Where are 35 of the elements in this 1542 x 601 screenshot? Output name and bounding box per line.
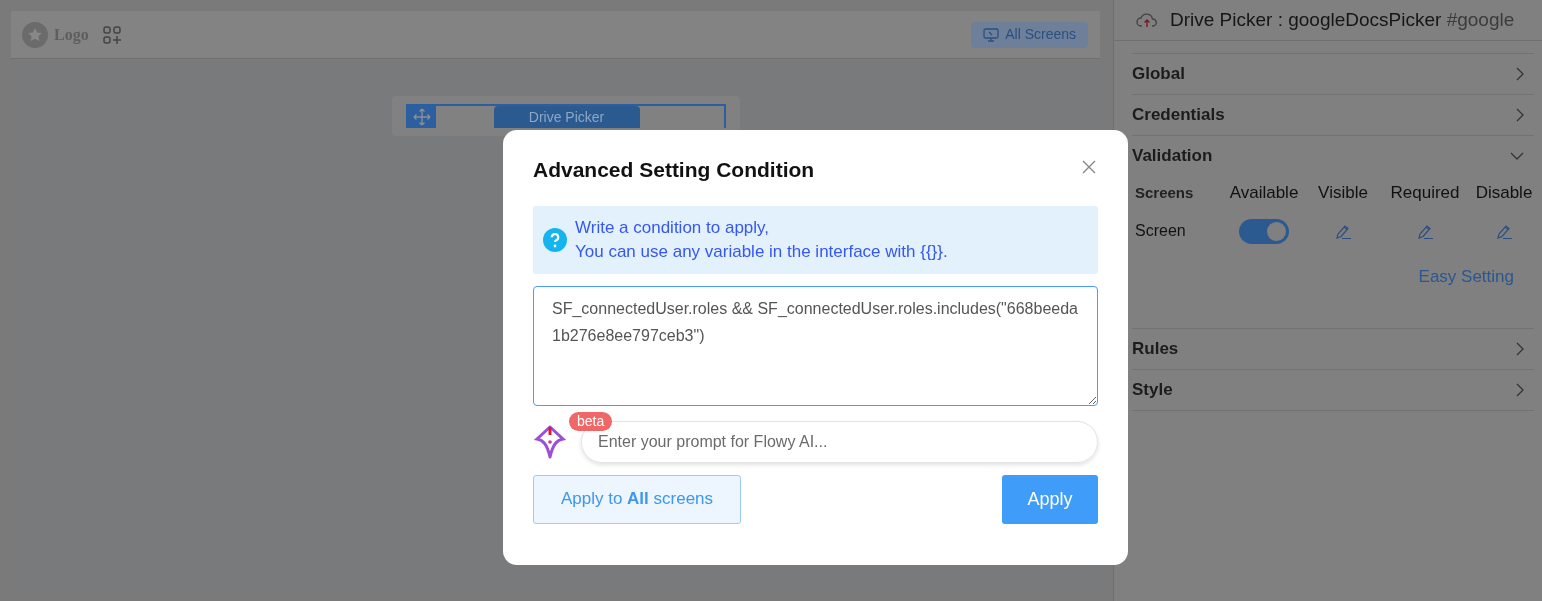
dialog-title: Advanced Setting Condition [533,157,815,183]
close-icon[interactable] [1082,159,1096,174]
chevron-right-icon [1516,382,1524,397]
section-header[interactable]: Style [1132,369,1534,410]
star-logo-icon [22,21,48,48]
column-header: Available [1228,182,1300,205]
section-header[interactable]: Validation [1132,136,1534,176]
info-text: Write a condition to apply, [575,216,771,239]
apply-button[interactable]: Apply [1002,474,1098,524]
column-header: Required [1389,182,1461,205]
sparkle-icon [533,424,567,459]
chevron-right-icon [1516,67,1524,81]
beta-badge: beta [569,411,613,431]
column-header: Screens [1135,182,1195,203]
info-text: You can use any variable in the interface with {{}}. [575,240,948,263]
chevron-right-icon [1516,108,1524,122]
apply-all-button[interactable]: Apply to All screens [533,474,741,524]
available-toggle[interactable] [1239,218,1289,244]
component-title: Drive Picker : googleDocsPicker [1170,8,1442,30]
screen-name: Screen [1135,221,1187,241]
chevron-down-icon [1510,152,1524,160]
component-id: #google [1446,8,1515,30]
monitor-icon [983,27,1000,42]
column-header: Visible [1317,182,1369,205]
section-header[interactable]: Global [1132,54,1534,94]
cloud-upload-icon [1136,12,1158,28]
add-widget-icon[interactable] [102,25,121,44]
help-icon [543,227,567,252]
section-header[interactable]: Rules [1132,328,1534,369]
section-header[interactable]: Credentials [1132,95,1534,135]
chevron-right-icon [1516,341,1524,356]
move-handle-icon[interactable] [407,106,436,128]
condition-field[interactable]: SF_connectedUser.roles && SF_connectedUser.roles.includes("668beeda1b276e8ee797ceb3") [533,285,1098,406]
drive-picker-button[interactable]: Drive Picker [493,106,640,128]
column-header: Disable [1474,182,1534,205]
